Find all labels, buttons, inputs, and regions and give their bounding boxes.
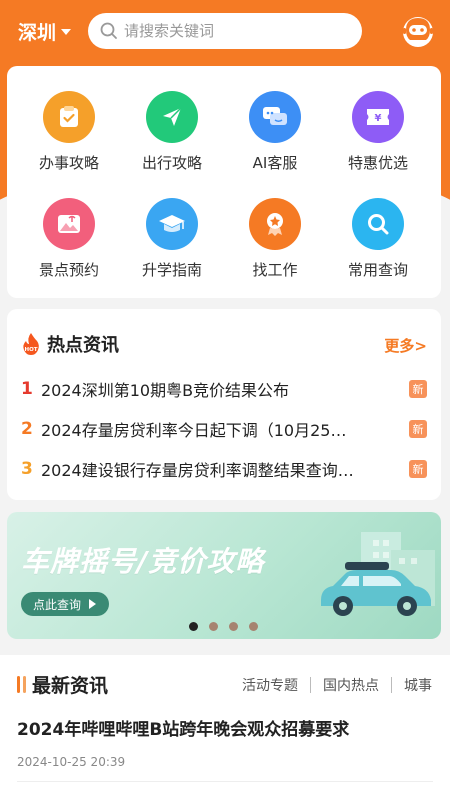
news-text: 2024深圳第10期粤B竞价结果公布 bbox=[41, 381, 290, 400]
carousel-dot-active[interactable] bbox=[189, 622, 198, 631]
new-badge: 新 bbox=[409, 460, 427, 478]
category-tabs: 活动专题 国内热点 城事 bbox=[242, 675, 432, 695]
tab-activities[interactable]: 活动专题 bbox=[242, 675, 298, 695]
service-label: 升学指南 bbox=[141, 261, 202, 279]
banner-cta-button[interactable]: 点此查询 bbox=[21, 592, 109, 616]
carousel-dot[interactable] bbox=[209, 622, 218, 631]
news-item[interactable]: 1 2024深圳第10期粤B竞价结果公布 新 bbox=[21, 377, 427, 401]
services-card: 办事攻略 出行攻略 AI客服 ¥ 特惠优选 景点预约 升学指南 找工作 常用查询 bbox=[7, 66, 441, 298]
news-rank: 2 bbox=[21, 419, 33, 439]
hot-badge: HOT bbox=[24, 347, 37, 353]
service-item-scenic[interactable]: 景点预约 bbox=[15, 198, 123, 280]
hot-news-header: HOT 热点资讯 bbox=[21, 331, 119, 357]
accent-bar bbox=[23, 676, 26, 693]
service-item-guide[interactable]: 办事攻略 bbox=[15, 91, 123, 173]
latest-news-section: 最新资讯 活动专题 国内热点 城事 2024年哔哩哔哩B站跨年晚会观众招募要求 … bbox=[0, 655, 450, 800]
graduation-icon bbox=[146, 198, 198, 250]
service-label: 找工作 bbox=[252, 261, 298, 279]
news-rank: 3 bbox=[21, 459, 33, 479]
service-item-ai[interactable]: AI客服 bbox=[221, 91, 329, 173]
divider bbox=[17, 781, 433, 782]
service-label: 特惠优选 bbox=[347, 154, 408, 172]
latest-title: 最新资讯 bbox=[32, 675, 109, 697]
chat-icon bbox=[249, 91, 301, 143]
scenic-icon bbox=[43, 198, 95, 250]
carousel-dots bbox=[189, 622, 258, 631]
news-text: 2024建设银行存量房贷利率调整结果查询… bbox=[41, 461, 354, 480]
city-selector[interactable]: 深圳 bbox=[18, 18, 88, 45]
send-icon bbox=[146, 91, 198, 143]
article-title[interactable]: 2024年哔哩哔哩B站跨年晚会观众招募要求 bbox=[17, 715, 349, 740]
robot-assistant-icon[interactable] bbox=[400, 13, 436, 49]
svg-text:¥: ¥ bbox=[375, 113, 382, 124]
service-label: 办事攻略 bbox=[38, 154, 99, 172]
article-date: 2024-10-25 20:39 bbox=[17, 755, 126, 769]
latest-header: 最新资讯 bbox=[17, 671, 108, 698]
search-icon bbox=[352, 198, 404, 250]
news-rank: 1 bbox=[21, 379, 33, 399]
clipboard-icon bbox=[43, 91, 95, 143]
coupon-icon: ¥ bbox=[352, 91, 404, 143]
service-item-query[interactable]: 常用查询 bbox=[324, 198, 432, 280]
more-link[interactable]: 更多> bbox=[384, 335, 427, 356]
service-label: 常用查询 bbox=[347, 261, 408, 279]
accent-bar bbox=[17, 676, 20, 693]
hot-news-title: 热点资讯 bbox=[47, 335, 119, 356]
divider bbox=[391, 677, 392, 693]
search-input[interactable] bbox=[124, 22, 324, 40]
cta-label: 点此查询 bbox=[33, 597, 82, 612]
news-item[interactable]: 2 2024存量房贷利率今日起下调（10月25… 新 bbox=[21, 417, 427, 441]
service-item-deals[interactable]: ¥ 特惠优选 bbox=[324, 91, 432, 173]
service-item-travel[interactable]: 出行攻略 bbox=[118, 91, 226, 173]
carousel-dot[interactable] bbox=[229, 622, 238, 631]
carousel-dot[interactable] bbox=[249, 622, 258, 631]
service-label: AI客服 bbox=[252, 154, 298, 172]
news-text: 2024存量房贷利率今日起下调（10月25… bbox=[41, 421, 347, 440]
service-label: 景点预约 bbox=[38, 261, 99, 279]
caret-down-icon bbox=[61, 29, 72, 35]
city-label: 深圳 bbox=[18, 21, 57, 44]
search-icon bbox=[100, 22, 117, 39]
service-label: 出行攻略 bbox=[141, 154, 202, 172]
flame-icon: HOT bbox=[23, 333, 39, 355]
new-badge: 新 bbox=[409, 420, 427, 438]
play-icon bbox=[89, 599, 97, 609]
service-item-jobs[interactable]: 找工作 bbox=[221, 198, 329, 280]
news-item[interactable]: 3 2024建设银行存量房贷利率调整结果查询… 新 bbox=[21, 457, 427, 481]
divider bbox=[310, 677, 311, 693]
tab-domestic[interactable]: 国内热点 bbox=[323, 675, 379, 695]
new-badge: 新 bbox=[409, 380, 427, 398]
banner-title: 车牌摇号/竞价攻略 bbox=[21, 545, 265, 578]
search-box[interactable] bbox=[88, 13, 362, 49]
promo-banner[interactable]: 车牌摇号/竞价攻略 点此查询 bbox=[7, 512, 441, 639]
badge-icon bbox=[249, 198, 301, 250]
tab-city[interactable]: 城事 bbox=[404, 675, 432, 695]
service-item-education[interactable]: 升学指南 bbox=[118, 198, 226, 280]
top-bar: 深圳 bbox=[0, 0, 450, 62]
car-icon bbox=[321, 562, 431, 616]
hot-news-card: HOT 热点资讯 更多> 1 2024深圳第10期粤B竞价结果公布 新 2 20… bbox=[7, 309, 441, 500]
